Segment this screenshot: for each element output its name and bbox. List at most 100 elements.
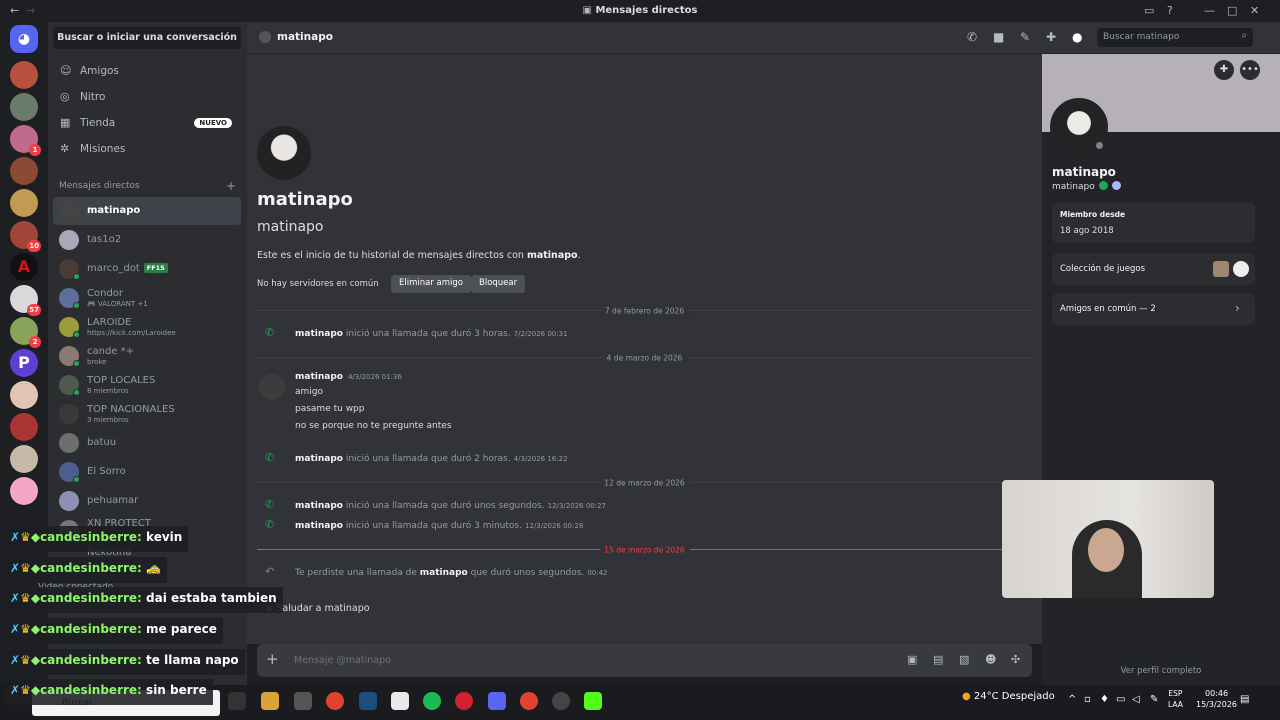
system-clock[interactable]: 00:46 15/3/2026: [1196, 688, 1237, 710]
pin-icon[interactable]: ✎: [1020, 30, 1030, 44]
dm-name: TOP NACIONALES: [87, 404, 175, 415]
nav-item-friends[interactable]: ☺ Amigos: [53, 60, 241, 84]
user-profile-icon[interactable]: ●: [1072, 30, 1082, 44]
nav-item-shop[interactable]: ▦ Tienda NUEVO: [53, 112, 241, 136]
add-friend-icon[interactable]: ✚: [1214, 60, 1234, 80]
nav-label: Amigos: [80, 65, 119, 77]
server-icon[interactable]: 57: [10, 285, 41, 316]
network-icon[interactable]: ▭: [1116, 694, 1125, 705]
chat-intro: Este es el inicio de tu historial de men…: [257, 250, 581, 261]
nav-item-quests[interactable]: ✲ Misiones: [53, 138, 241, 162]
call-log: ✆ matinapo inició una llamada que duró 2 …: [265, 451, 568, 464]
mutual-friends-card[interactable]: Amigos en común — 2 ›: [1052, 293, 1255, 325]
gift-icon[interactable]: ▣: [907, 653, 917, 666]
dm-item[interactable]: TOP NACIONALES 3 miembros: [53, 400, 241, 428]
gif-icon[interactable]: ▤: [933, 653, 943, 666]
file-explorer-icon[interactable]: [261, 692, 279, 710]
tray-chevron-icon[interactable]: ^: [1068, 694, 1076, 705]
server-icon[interactable]: 2: [10, 317, 41, 348]
volume-icon[interactable]: ◁: [1132, 694, 1140, 705]
app-icon[interactable]: [391, 692, 409, 710]
member-since-label: Miembro desde: [1060, 210, 1126, 219]
missed-call-log: ↶ Te perdiste una llamada de matinapo que…: [265, 565, 608, 578]
dm-item[interactable]: El Sorro: [53, 458, 241, 486]
new-messages-divider: 15 de marzo de 2026N: [257, 545, 1032, 555]
quests-icon: ✲: [60, 142, 70, 155]
view-full-profile-link[interactable]: Ver perfil completo: [1042, 666, 1280, 676]
emoji-icon[interactable]: ☻: [985, 653, 996, 666]
phone-icon: ✆: [265, 498, 275, 511]
minimize-icon[interactable]: —: [1204, 4, 1215, 17]
dm-item[interactable]: matinapo: [53, 197, 241, 225]
server-icon[interactable]: [10, 445, 38, 473]
server-icon[interactable]: [10, 477, 38, 505]
dm-item[interactable]: pehuamar: [53, 487, 241, 515]
dm-item[interactable]: cande *+ broke: [53, 342, 241, 370]
spotify-icon[interactable]: [423, 692, 441, 710]
voice-call-icon[interactable]: ✆: [967, 30, 977, 44]
dm-item[interactable]: TOP LOCALES 8 miembros: [53, 371, 241, 399]
dm-item[interactable]: batuu: [53, 429, 241, 457]
steam-icon[interactable]: [359, 692, 377, 710]
server-icon[interactable]: [10, 157, 38, 185]
create-dm-icon[interactable]: +: [226, 179, 236, 193]
server-icon[interactable]: [10, 93, 38, 121]
search-input[interactable]: Buscar matinapo ⌕: [1097, 28, 1253, 47]
server-icon[interactable]: [10, 413, 38, 441]
game-collection-card[interactable]: Colección de juegos: [1052, 253, 1255, 285]
block-button[interactable]: Bloquear: [471, 275, 526, 293]
dm-item[interactable]: marco_dot FF15: [53, 255, 241, 283]
stream-chat-message: ✗♛◆candesinberre: dai estaba tambien: [6, 587, 283, 613]
server-icon[interactable]: [10, 61, 38, 89]
remove-friend-button[interactable]: Eliminar amigo: [391, 275, 471, 293]
missed-call-icon: ↶: [265, 565, 275, 578]
server-icon[interactable]: [10, 381, 38, 409]
discord-home-icon[interactable]: ◕: [10, 25, 38, 53]
language-indicator[interactable]: ESP LAA: [1168, 688, 1183, 710]
maximize-icon[interactable]: □: [1227, 4, 1237, 17]
dm-item[interactable]: Condor 🎮 VALORANT +1: [53, 284, 241, 312]
server-icon[interactable]: A: [10, 253, 38, 281]
server-icon[interactable]: 10: [10, 221, 41, 252]
dm-name: LAROIDE: [87, 317, 132, 328]
server-icon[interactable]: [10, 189, 38, 217]
dm-item[interactable]: tas1o2: [53, 226, 241, 254]
discord-icon[interactable]: [488, 692, 506, 710]
message-composer: + Mensaje @matinapo ▣ ▤ ▧ ☻ ✣: [257, 644, 1032, 677]
attach-plus-icon[interactable]: +: [266, 650, 279, 668]
game-icon: [1233, 261, 1249, 277]
more-options-icon[interactable]: •••: [1240, 60, 1260, 80]
app-icon[interactable]: [552, 692, 570, 710]
opera-gx-icon[interactable]: [455, 692, 473, 710]
chrome-icon[interactable]: [520, 692, 538, 710]
online-status-icon: [73, 476, 80, 483]
apps-icon[interactable]: ✣: [1011, 653, 1020, 666]
add-friends-icon[interactable]: ✚: [1046, 30, 1056, 44]
dm-search-button[interactable]: Buscar o iniciar una conversación: [53, 27, 241, 49]
tray-icon[interactable]: ▫: [1084, 694, 1091, 705]
chrome-icon[interactable]: [326, 692, 344, 710]
task-view-icon[interactable]: [228, 692, 246, 710]
nav-item-nitro[interactable]: ◎ Nitro: [53, 86, 241, 110]
inbox-icon[interactable]: ▭: [1144, 4, 1154, 17]
server-icon[interactable]: 1: [10, 125, 41, 156]
kick-icon[interactable]: [584, 692, 602, 710]
mic-icon[interactable]: ♦: [1100, 694, 1109, 705]
sticker-icon[interactable]: ▧: [959, 653, 969, 666]
notifications-icon[interactable]: ▤: [1240, 694, 1249, 705]
shop-icon: ▦: [60, 116, 71, 129]
online-status-icon: [73, 360, 80, 367]
member-since-card: Miembro desde 18 ago 2018: [1052, 202, 1255, 243]
dm-item[interactable]: LAROIDE https://kick.com/Laroidee: [53, 313, 241, 341]
server-icon[interactable]: P: [10, 349, 38, 377]
dm-status: 3 miembros: [87, 416, 129, 424]
webcam-face: [1088, 528, 1124, 572]
weather-widget[interactable]: ● 24°C Despejado: [962, 691, 1055, 702]
help-icon[interactable]: ?: [1167, 4, 1173, 17]
close-icon[interactable]: ✕: [1250, 4, 1259, 17]
video-call-icon[interactable]: ■: [993, 30, 1004, 44]
app-icon[interactable]: [294, 692, 312, 710]
pen-icon[interactable]: ✎: [1150, 694, 1158, 705]
phone-icon: ✆: [265, 518, 275, 531]
message-input[interactable]: Mensaje @matinapo: [294, 655, 391, 666]
